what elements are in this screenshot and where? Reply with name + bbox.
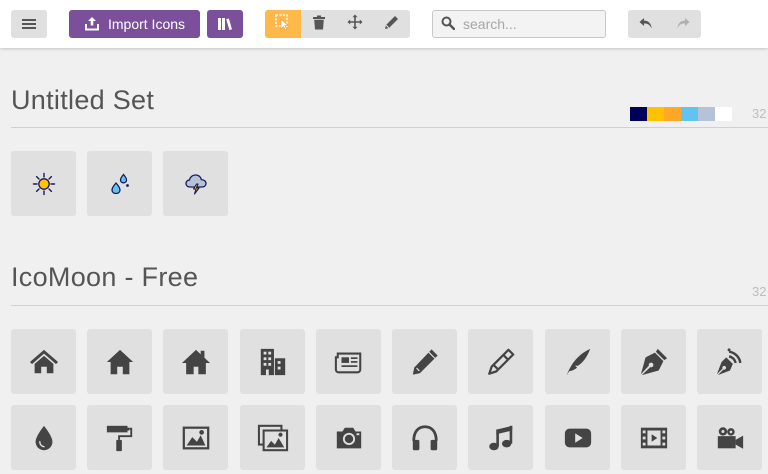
move-mode-button[interactable] <box>337 10 373 38</box>
icon-tile[interactable] <box>316 329 381 394</box>
palette-swatch[interactable] <box>630 107 647 121</box>
set-title[interactable]: Untitled Set <box>11 85 154 116</box>
grid-size-label: 32 <box>752 106 767 121</box>
set-title[interactable]: IcoMoon - Free <box>11 262 198 293</box>
icon-tile[interactable] <box>697 405 762 470</box>
hamburger-menu-icon <box>22 18 36 30</box>
raindrops-icon <box>108 172 132 196</box>
palette-swatch[interactable] <box>664 107 681 121</box>
main-toolbar: Import Icons <box>0 0 768 48</box>
icon-tile[interactable] <box>392 405 457 470</box>
image-icon <box>181 423 211 453</box>
palette-swatch[interactable] <box>715 107 732 121</box>
film-icon <box>639 423 669 453</box>
newspaper-icon <box>334 347 364 377</box>
undo-arrow-icon <box>639 15 653 34</box>
icon-tile[interactable] <box>163 405 228 470</box>
icon-tile[interactable] <box>87 329 152 394</box>
eyedropper-icon <box>29 423 59 453</box>
music-icon <box>486 423 516 453</box>
move-arrows-icon <box>347 14 363 34</box>
quill-icon <box>563 347 593 377</box>
home3-icon <box>181 347 211 377</box>
grid-size-label: 32 <box>752 284 767 299</box>
upload-tray-icon <box>84 17 100 31</box>
menu-button[interactable] <box>11 10 47 38</box>
redo-button[interactable] <box>664 10 701 38</box>
headphones-icon <box>410 423 440 453</box>
icon-tile[interactable] <box>697 329 762 394</box>
sun-icon <box>32 172 56 196</box>
color-palette[interactable] <box>630 107 732 121</box>
icon-tile[interactable] <box>545 405 610 470</box>
search-icon <box>441 15 456 34</box>
images-icon <box>257 423 289 453</box>
icon-tile[interactable] <box>621 405 686 470</box>
thunderstorm-cloud-icon <box>184 172 208 196</box>
pencil2-icon <box>486 347 516 377</box>
icon-tile[interactable] <box>468 405 533 470</box>
undo-button[interactable] <box>628 10 664 38</box>
section-divider <box>11 305 768 306</box>
icon-tile[interactable] <box>11 405 76 470</box>
icon-tile[interactable] <box>11 329 76 394</box>
history-toolbar-group <box>628 10 701 38</box>
office-icon <box>258 347 288 377</box>
icon-tile[interactable] <box>392 329 457 394</box>
select-mode-button[interactable] <box>265 10 301 38</box>
icon-tile[interactable] <box>87 151 152 216</box>
import-icons-button[interactable]: Import Icons <box>69 10 200 38</box>
icon-tile[interactable] <box>545 329 610 394</box>
palette-swatch[interactable] <box>647 107 664 121</box>
icon-tile[interactable] <box>163 329 228 394</box>
search-input[interactable] <box>461 15 605 33</box>
search-field[interactable] <box>432 10 606 38</box>
camera-icon <box>334 423 364 453</box>
icon-tile[interactable] <box>240 405 305 470</box>
books-library-icon <box>217 17 233 31</box>
icon-library-button[interactable] <box>207 10 243 38</box>
palette-swatch[interactable] <box>681 107 698 121</box>
icon-tile[interactable] <box>11 151 76 216</box>
edit-mode-button[interactable] <box>373 10 410 38</box>
icon-tile[interactable] <box>316 405 381 470</box>
icon-tile[interactable] <box>468 329 533 394</box>
trash-icon <box>312 15 326 34</box>
pencil-icon <box>410 347 440 377</box>
home2-icon <box>105 347 135 377</box>
redo-arrow-icon <box>676 15 690 34</box>
mode-toolbar-group <box>265 10 410 38</box>
section-divider <box>11 127 768 128</box>
icon-tile[interactable] <box>87 405 152 470</box>
icon-tile[interactable] <box>163 151 228 216</box>
paint-roller-icon <box>105 423 135 453</box>
pencil-edit-icon <box>384 15 399 34</box>
select-cursor-icon <box>275 14 291 34</box>
icon-tile[interactable] <box>621 329 686 394</box>
icon-tile[interactable] <box>240 329 305 394</box>
home-icon <box>29 347 59 377</box>
import-icons-label: Import Icons <box>107 16 186 32</box>
blog-icon <box>715 347 745 377</box>
play-icon <box>563 423 593 453</box>
palette-swatch[interactable] <box>698 107 715 121</box>
video-camera-icon <box>715 423 745 453</box>
pen-icon <box>639 347 669 377</box>
delete-mode-button[interactable] <box>301 10 337 38</box>
